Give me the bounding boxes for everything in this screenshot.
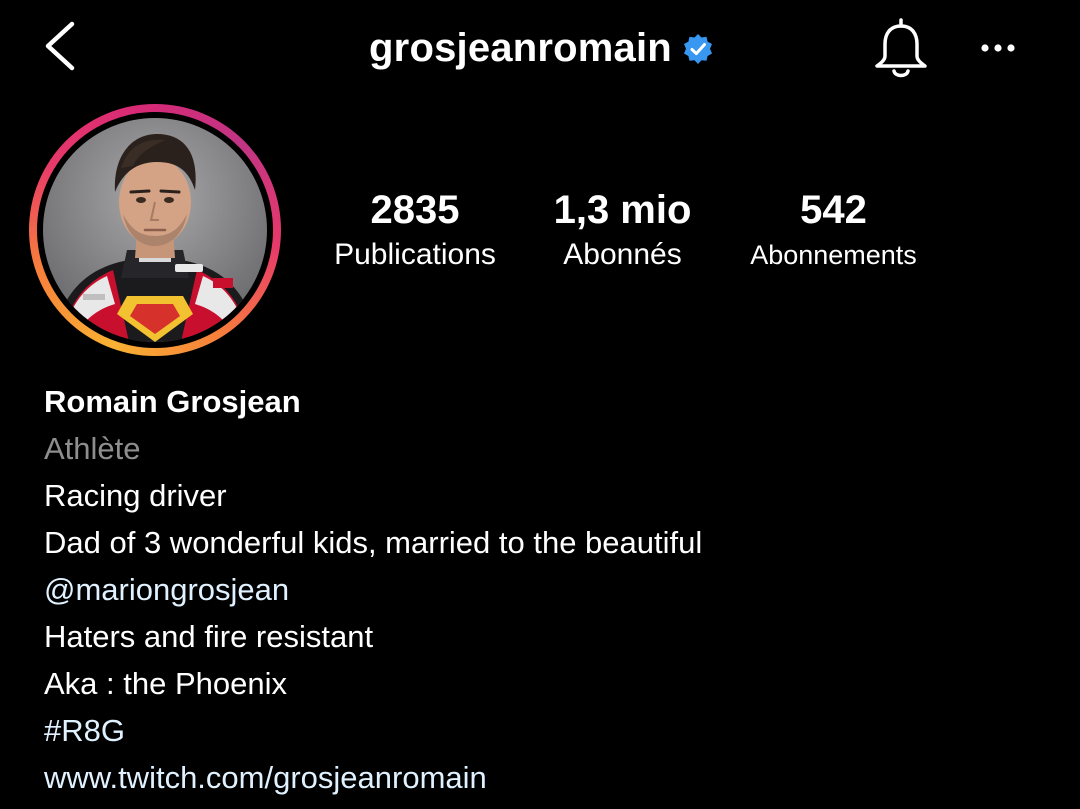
top-navigation-bar: grosjeanromain [0,0,1080,100]
profile-name: Romain Grosjean [44,384,301,419]
notifications-button[interactable] [869,16,933,82]
posts-count-label: Publications [334,238,496,271]
bio-hashtag-link[interactable]: #R8G [44,707,1044,754]
username-title: grosjeanromain [369,26,672,70]
posts-count[interactable]: 2835 Publications [320,186,510,273]
verified-badge-icon [683,34,712,64]
following-count-value: 542 [800,188,867,232]
bio-line: Aka : the Phoenix [44,666,287,701]
bio-line: Dad of 3 wonderful kids, married to the … [44,525,703,560]
bell-icon [875,18,927,78]
following-count[interactable]: 542 Abonnements [736,186,931,273]
more-horizontal-icon [981,44,1015,52]
posts-count-value: 2835 [370,188,460,232]
bio-website-link[interactable]: www.twitch.com/grosjeanromain [44,754,1044,801]
bio-line: Racing driver [44,478,227,513]
profile-bio: Romain Grosjean Athlète Racing driver Da… [44,378,1044,801]
profile-photo [53,134,257,342]
bio-line: Haters and fire resistant [44,619,374,654]
more-options-button[interactable] [972,30,1024,70]
followers-count-label: Abonnés [563,238,682,271]
bio-mention-link[interactable]: @mariongrosjean [44,566,1044,613]
avatar-story-ring[interactable] [29,104,281,356]
followers-count-value: 1,3 mio [553,188,692,232]
profile-category: Athlète [44,431,141,466]
avatar[interactable] [43,118,267,342]
following-count-label: Abonnements [750,240,917,270]
followers-count[interactable]: 1,3 mio Abonnés [530,186,715,273]
